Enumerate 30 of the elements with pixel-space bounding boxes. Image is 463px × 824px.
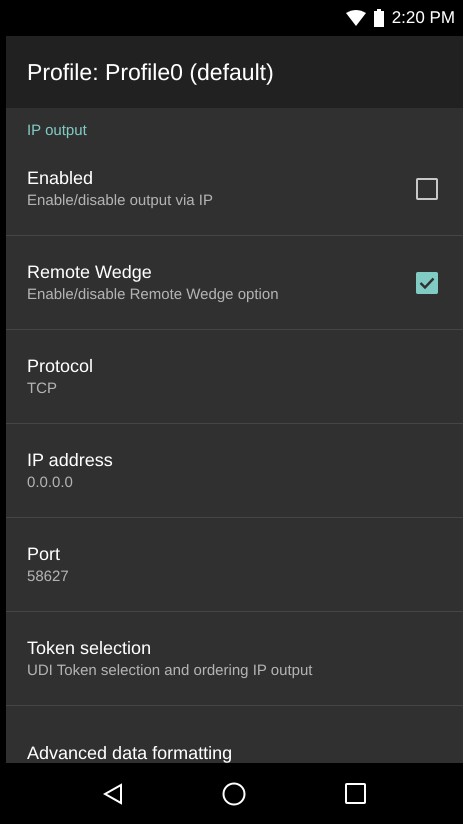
back-icon[interactable] [103, 782, 124, 804]
toolbar-title: Profile: Profile0 (default) [27, 58, 274, 87]
checkbox[interactable] [416, 178, 438, 200]
preference-title: Remote Wedge [27, 260, 153, 284]
battery-icon [374, 9, 384, 27]
preference-title: Port [27, 542, 62, 566]
preference-title: IP address [27, 448, 114, 472]
section-header: IP output [27, 122, 87, 139]
check-icon [419, 276, 435, 288]
preference-summary: 58627 [27, 566, 70, 586]
preference-row[interactable]: IP address 0.0.0.0 [6, 424, 463, 518]
preference-row[interactable]: Port 58627 [6, 518, 463, 612]
preference-summary: TCP [27, 378, 58, 398]
preference-row[interactable]: Enabled Enable/disable output via IP [6, 142, 463, 236]
recents-icon[interactable] [344, 783, 366, 804]
preference-row[interactable]: Token selection UDI Token selection and ordering IP output [6, 612, 463, 706]
preference-summary: UDI Token selection and ordering IP output [27, 660, 314, 680]
wifi-icon [346, 10, 366, 26]
preference-summary: Enable/disable Remote Wedge option [27, 284, 280, 304]
preference-summary: 0.0.0.0 [27, 472, 74, 492]
checkbox[interactable] [416, 272, 438, 294]
preference-row[interactable]: Protocol TCP [6, 330, 463, 424]
preference-title: Advanced data formatting [27, 742, 234, 763]
status-time: 2:20 PM [392, 7, 455, 30]
preference-title: Enabled [27, 166, 94, 190]
preference-title: Protocol [27, 354, 94, 378]
preference-title: Token selection [27, 636, 152, 660]
home-icon[interactable] [222, 782, 246, 806]
preference-summary: Enable/disable output via IP [27, 190, 214, 210]
preference-row[interactable]: Remote Wedge Enable/disable Remote Wedge option [6, 236, 463, 330]
